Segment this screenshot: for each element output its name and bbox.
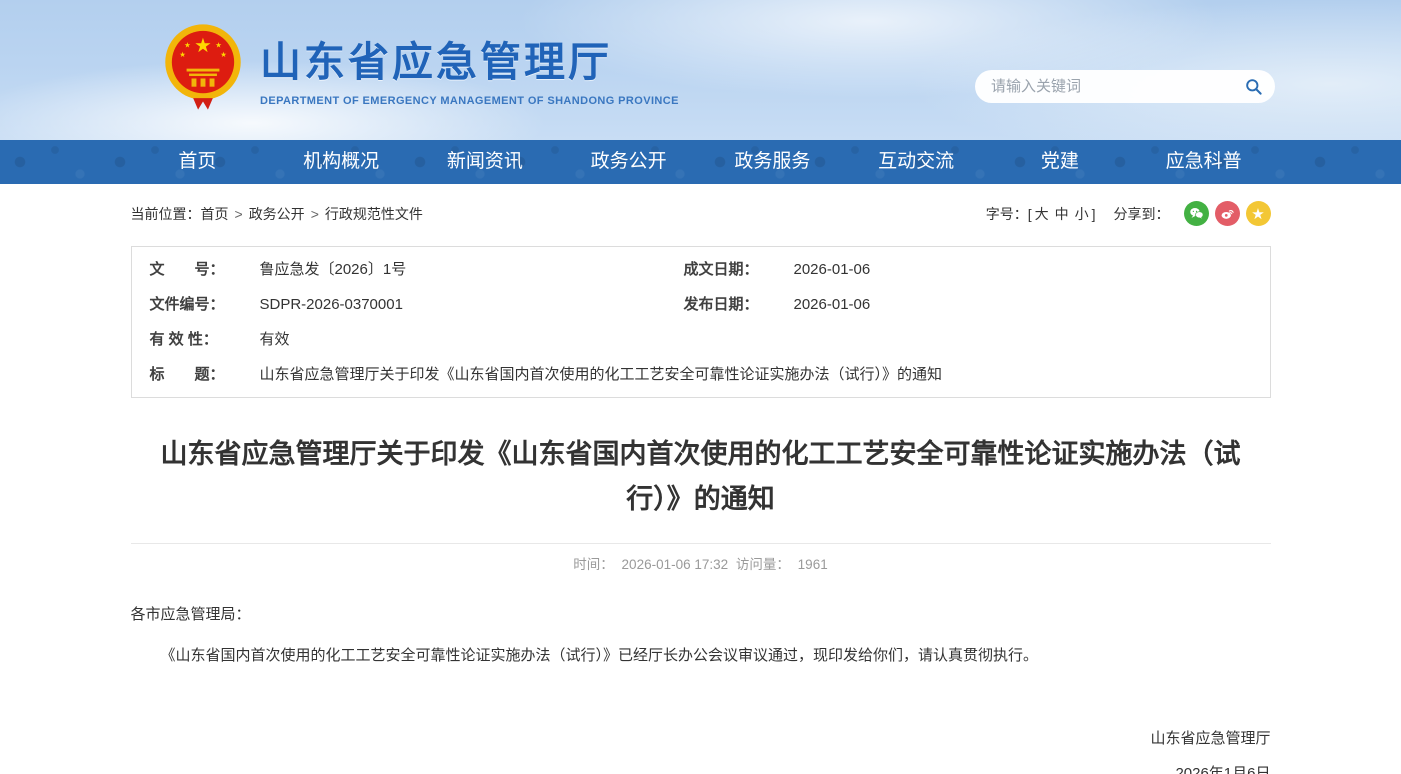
article-title: 山东省应急管理厅关于印发《山东省国内首次使用的化工工艺安全可靠性论证实施办法（试…	[146, 432, 1256, 521]
site-brand: ★ ★ ★ ★ ★ 山东省应急管理厅 DEPARTMENT OF EMERGEN…	[162, 22, 679, 112]
qzone-star-icon: ★	[1251, 205, 1264, 223]
national-emblem-logo: ★ ★ ★ ★ ★	[162, 22, 244, 112]
breadcrumb: 当前位置：首页>政务公开>行政规范性文件	[131, 204, 423, 224]
nav-item-gov-service[interactable]: 政务服务	[701, 140, 845, 184]
document-info-box: 文 号： 鲁应急发〔2026〕1号 成文日期： 2026-01-06 文件编号：…	[131, 246, 1271, 398]
doc-title-value: 山东省应急管理厅关于印发《山东省国内首次使用的化工工艺安全可靠性论证实施办法（试…	[246, 357, 943, 392]
file-code-value: SDPR-2026-0370001	[246, 287, 403, 322]
nav-item-science[interactable]: 应急科普	[1132, 140, 1276, 184]
doc-number-value: 鲁应急发〔2026〕1号	[246, 252, 407, 287]
article-body: 各市应急管理局： 《山东省国内首次使用的化工工艺安全可靠性论证实施办法（试行）》…	[131, 601, 1271, 670]
search-icon[interactable]	[1244, 77, 1263, 96]
publish-date-label: 发布日期：	[684, 287, 780, 322]
main-nav: 首页 机构概况 新闻资讯 政务公开 政务服务 互动交流 党建 应急科普	[0, 140, 1401, 184]
share-qzone-button[interactable]: ★	[1246, 201, 1271, 226]
fontsize-small-button[interactable]: 小	[1075, 204, 1089, 224]
fontsize-label-close: ]	[1092, 206, 1096, 222]
salutation: 各市应急管理局：	[131, 601, 1271, 630]
site-title: 山东省应急管理厅	[260, 28, 679, 88]
time-label: 时间：	[573, 557, 614, 572]
nav-item-gov-open[interactable]: 政务公开	[557, 140, 701, 184]
svg-text:★: ★	[194, 35, 212, 57]
site-header: ★ ★ ★ ★ ★ 山东省应急管理厅 DEPARTMENT OF EMERGEN…	[0, 0, 1401, 140]
svg-text:★: ★	[220, 50, 227, 59]
article-paragraph: 《山东省国内首次使用的化工工艺安全可靠性论证实施办法（试行）》已经厅长办公会议审…	[131, 642, 1271, 671]
validity-label: 有 效 性：	[150, 322, 246, 357]
nav-item-interaction[interactable]: 互动交流	[844, 140, 988, 184]
article-meta: 时间： 2026-01-06 17:32 访问量： 1961	[0, 544, 1401, 573]
search-box[interactable]	[975, 70, 1275, 103]
svg-text:★: ★	[215, 40, 222, 49]
share-wechat-button[interactable]	[1184, 201, 1209, 226]
publish-date-value: 2026-01-06	[780, 287, 871, 322]
visits-label: 访问量：	[736, 557, 790, 572]
wechat-icon	[1189, 206, 1204, 221]
page-tools: 字号：[ 大 中 小 ] 分享到： ★	[986, 201, 1271, 226]
breadcrumb-regulatory-docs[interactable]: 行政规范性文件	[325, 206, 423, 222]
signature-name: 山东省应急管理厅	[131, 722, 1271, 757]
breadcrumb-prefix: 当前位置：	[131, 206, 201, 222]
svg-text:★: ★	[179, 50, 186, 59]
weibo-icon	[1220, 206, 1235, 221]
site-title-en: DEPARTMENT OF EMERGENCY MANAGEMENT OF SH…	[260, 95, 679, 107]
fontsize-medium-button[interactable]: 中	[1055, 204, 1069, 224]
signature-block: 山东省应急管理厅 2026年1月6日	[131, 722, 1271, 774]
svg-text:★: ★	[184, 40, 191, 49]
breadcrumb-gov-open[interactable]: 政务公开	[249, 206, 305, 222]
written-date-label: 成文日期：	[684, 252, 780, 287]
fontsize-label: 字号：[	[986, 204, 1032, 224]
share-weibo-button[interactable]	[1215, 201, 1240, 226]
file-code-label: 文件编号：	[150, 287, 246, 322]
fontsize-large-button[interactable]: 大	[1035, 204, 1049, 224]
doc-info-row: 标 题： 山东省应急管理厅关于印发《山东省国内首次使用的化工工艺安全可靠性论证实…	[132, 357, 1270, 392]
doc-info-row: 文 号： 鲁应急发〔2026〕1号 成文日期： 2026-01-06	[132, 252, 1270, 287]
validity-value: 有效	[246, 322, 290, 357]
nav-item-party[interactable]: 党建	[988, 140, 1132, 184]
doc-title-label: 标 题：	[150, 357, 246, 392]
visits-value: 1961	[798, 557, 828, 572]
signature-date: 2026年1月6日	[131, 757, 1271, 774]
written-date-value: 2026-01-06	[780, 252, 871, 287]
share-label: 分享到：	[1114, 204, 1170, 224]
doc-info-row: 有 效 性： 有效	[132, 322, 1270, 357]
breadcrumb-home[interactable]: 首页	[201, 206, 229, 222]
nav-item-home[interactable]: 首页	[126, 140, 270, 184]
nav-item-news[interactable]: 新闻资讯	[413, 140, 557, 184]
doc-info-row: 文件编号： SDPR-2026-0370001 发布日期： 2026-01-06	[132, 287, 1270, 322]
time-value: 2026-01-06 17:32	[622, 557, 729, 572]
nav-item-org[interactable]: 机构概况	[269, 140, 413, 184]
search-input[interactable]	[991, 78, 1244, 95]
doc-number-label: 文 号：	[150, 252, 246, 287]
